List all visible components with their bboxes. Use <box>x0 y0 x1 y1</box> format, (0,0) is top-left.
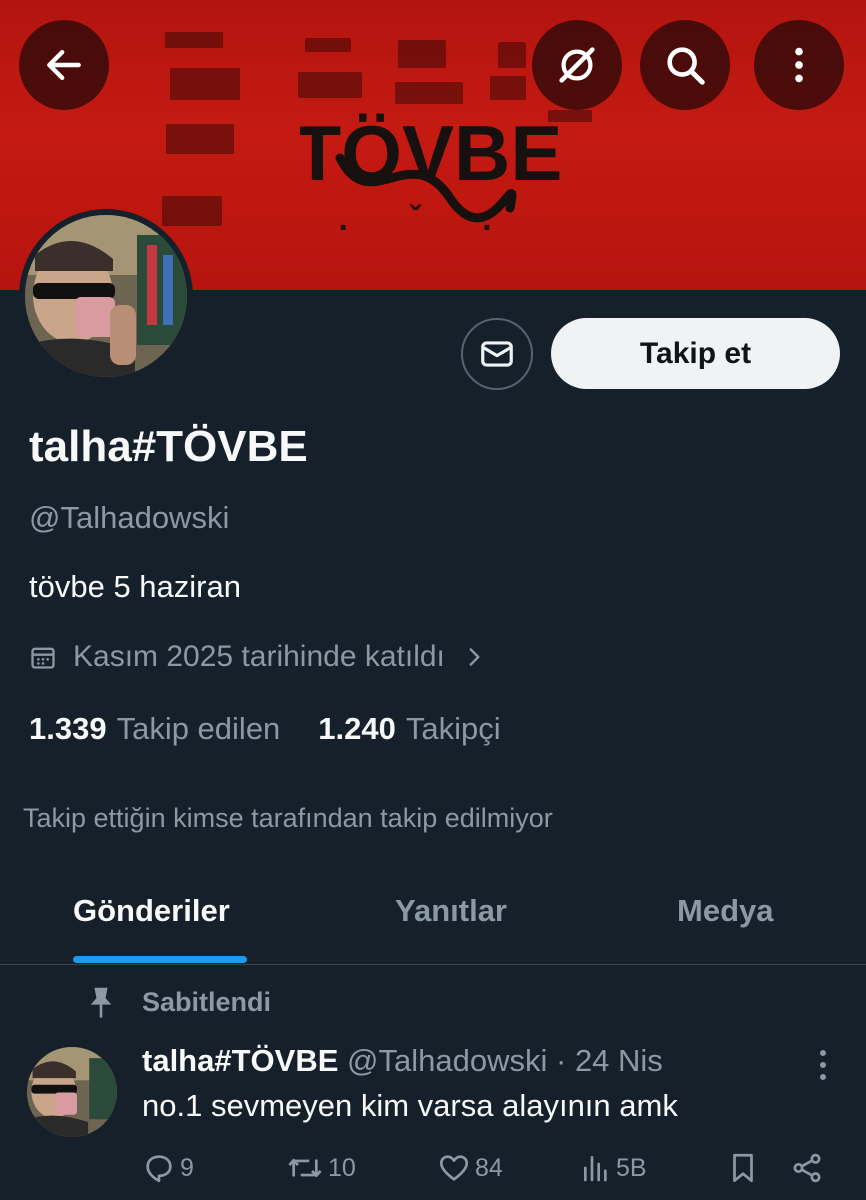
banner-poem-text <box>166 124 234 154</box>
pinned-label: Sabitlendi <box>142 986 272 1017</box>
following-count: 1.339 <box>29 711 107 746</box>
post-author-handle[interactable]: @Talhadowski <box>347 1043 547 1078</box>
bookmark-icon <box>733 1153 753 1183</box>
message-button[interactable] <box>461 318 533 390</box>
tab-divider <box>0 964 866 965</box>
tab-media[interactable]: Medya <box>677 893 773 929</box>
like-button[interactable]: 84 <box>437 1150 503 1186</box>
joined-date-text: Kasım 2025 tarihinde katıldı <box>73 640 445 673</box>
more-options-button[interactable] <box>754 20 844 110</box>
joined-date-row[interactable]: Kasım 2025 tarihinde katıldı <box>29 640 487 674</box>
followers-count: 1.240 <box>318 711 396 746</box>
following-link[interactable]: 1.339 Takip edilen <box>29 711 280 747</box>
pinned-indicator: Sabitlendi <box>88 985 271 1019</box>
avatar-photo <box>25 215 187 377</box>
banner-poem-text <box>498 42 526 68</box>
search-icon <box>667 47 705 85</box>
bookmark-button[interactable] <box>728 1150 758 1186</box>
profile-bio: tövbe 5 haziran <box>29 569 241 604</box>
banner-logo-lower: . ˇ . <box>338 200 517 238</box>
avatar-photo <box>27 1047 117 1137</box>
arrow-left-icon <box>47 49 81 81</box>
banner-poem-text <box>298 72 362 98</box>
search-button[interactable] <box>640 20 730 110</box>
views-icon <box>584 1156 607 1182</box>
share-button[interactable] <box>790 1150 824 1186</box>
tab-posts[interactable]: Gönderiler <box>73 893 230 929</box>
profile-display-name: talha#TÖVBE <box>29 422 308 471</box>
reply-count: 9 <box>180 1153 194 1182</box>
followers-label: Takipçi <box>405 711 501 746</box>
post-text: no.1 sevmeyen kim varsa alayının amk <box>142 1088 678 1123</box>
share-icon <box>793 1153 821 1183</box>
following-label: Takip edilen <box>116 711 281 746</box>
not-followed-note: Takip ettiğin kimse tarafından takip edi… <box>23 803 553 833</box>
post-author-avatar[interactable] <box>27 1047 117 1137</box>
reply-button[interactable]: 9 <box>142 1150 194 1186</box>
followers-link[interactable]: 1.240 Takipçi <box>318 711 500 747</box>
follow-button[interactable]: Takip et <box>551 318 840 389</box>
more-vertical-icon <box>795 47 803 83</box>
post-header: talha#TÖVBE @Talhadowski · 24 Nis <box>142 1043 663 1079</box>
post-separator: · <box>555 1043 567 1078</box>
grok-icon <box>559 47 595 83</box>
svg-text:TÖVBE: TÖVBE <box>300 109 560 197</box>
active-tab-indicator <box>73 956 247 963</box>
banner-poem-text <box>305 38 351 52</box>
tab-replies[interactable]: Yanıtlar <box>395 893 507 929</box>
banner-poem-text <box>162 196 222 226</box>
envelope-icon <box>481 341 513 367</box>
banner-poem-text <box>170 68 240 100</box>
post-author-name[interactable]: talha#TÖVBE <box>142 1043 338 1078</box>
banner-tovbe-logo: TÖVBE . ˇ . <box>300 109 560 238</box>
calendar-icon <box>31 647 55 669</box>
heart-icon <box>439 1155 469 1181</box>
post-more-icon[interactable] <box>808 1045 838 1085</box>
repost-count: 10 <box>328 1153 356 1182</box>
back-button[interactable] <box>19 20 109 110</box>
views-count: 5B <box>616 1153 647 1182</box>
chevron-right-icon <box>469 648 480 666</box>
repost-button[interactable]: 10 <box>286 1150 356 1186</box>
follow-stats: 1.339 Takip edilen 1.240 Takipçi <box>29 711 501 747</box>
like-count: 84 <box>475 1153 503 1182</box>
profile-avatar[interactable] <box>19 209 193 383</box>
profile-handle: @Talhadowski <box>29 500 230 535</box>
banner-poem-text <box>165 32 223 48</box>
post-date[interactable]: 24 Nis <box>575 1043 663 1078</box>
banner-poem-text <box>398 40 446 68</box>
views-button[interactable]: 5B <box>580 1150 647 1186</box>
pin-icon <box>90 987 112 1018</box>
grok-button[interactable] <box>532 20 622 110</box>
repost-icon <box>288 1158 322 1178</box>
banner-poem-text <box>490 76 526 100</box>
reply-icon <box>146 1155 172 1183</box>
